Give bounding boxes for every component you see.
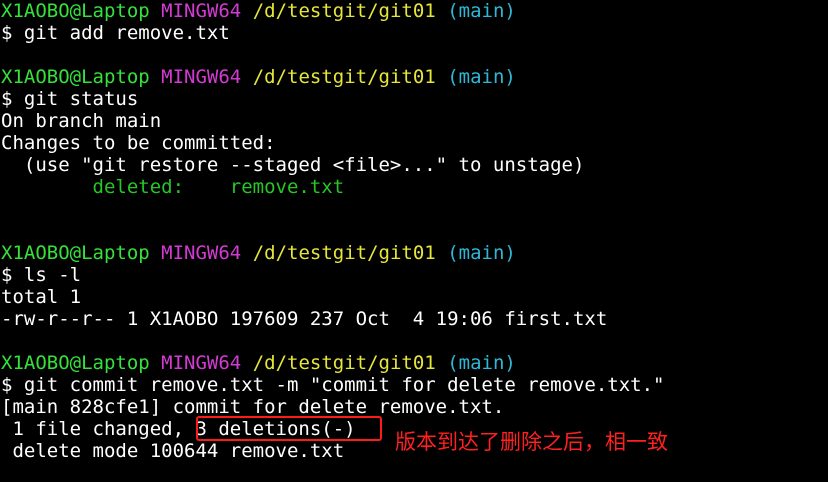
ls-file-entry: -rw-r--r-- 1 X1AOBO 197609 237 Oct 4 19:… bbox=[1, 308, 608, 330]
prompt-branch: (main) bbox=[447, 352, 516, 374]
prompt-path: /d/testgit/git01 bbox=[252, 242, 436, 264]
ls-total-text: total 1 bbox=[1, 286, 82, 308]
prompt-system: MINGW64 bbox=[161, 0, 242, 22]
status-hint-text: (use "git restore --staged <file>..." to… bbox=[1, 154, 585, 176]
prompt-line-1: X1AOBO@Laptop MINGW64 /d/testgit/git01 (… bbox=[1, 0, 516, 22]
prompt-branch: (main) bbox=[447, 242, 516, 264]
command-git-add: $ git add remove.txt bbox=[1, 22, 230, 44]
prompt-user-host: X1AOBO@Laptop bbox=[1, 242, 150, 264]
command-git-status: $ git status bbox=[1, 88, 139, 110]
prompt-user-host: X1AOBO@Laptop bbox=[1, 0, 150, 22]
prompt-branch: (main) bbox=[447, 66, 516, 88]
status-branch-text: On branch main bbox=[1, 110, 162, 132]
status-deleted-file: remove.txt bbox=[229, 176, 345, 198]
command-git-commit: $ git commit remove.txt -m "commit for d… bbox=[1, 374, 665, 396]
highlight-box bbox=[196, 416, 382, 441]
commit-delete-mode-text: delete mode 100644 remove.txt bbox=[1, 440, 345, 462]
annotation-text: 版本到达了删除之后，相一致 bbox=[395, 430, 668, 454]
prompt-path: /d/testgit/git01 bbox=[252, 0, 436, 22]
prompt-system: MINGW64 bbox=[161, 66, 242, 88]
command-ls: $ ls -l bbox=[1, 264, 82, 286]
status-deleted-label: deleted: bbox=[1, 176, 230, 198]
commit-changed-text: 1 file changed, bbox=[1, 418, 196, 440]
prompt-path: /d/testgit/git01 bbox=[252, 352, 436, 374]
status-changes-text: Changes to be committed: bbox=[1, 132, 276, 154]
prompt-path: /d/testgit/git01 bbox=[252, 66, 436, 88]
prompt-system: MINGW64 bbox=[161, 242, 242, 264]
commit-result-text: [main 828cfe1] commit for delete remove.… bbox=[1, 396, 505, 418]
status-deleted-entry: deleted: remove.txt bbox=[1, 176, 345, 198]
prompt-user-host: X1AOBO@Laptop bbox=[1, 352, 150, 374]
prompt-system: MINGW64 bbox=[161, 352, 242, 374]
terminal-window[interactable]: X1AOBO@Laptop MINGW64 /d/testgit/git01 (… bbox=[0, 0, 828, 482]
prompt-line-4: X1AOBO@Laptop MINGW64 /d/testgit/git01 (… bbox=[1, 352, 516, 374]
prompt-branch: (main) bbox=[447, 0, 516, 22]
prompt-user-host: X1AOBO@Laptop bbox=[1, 66, 150, 88]
prompt-line-3: X1AOBO@Laptop MINGW64 /d/testgit/git01 (… bbox=[1, 242, 516, 264]
prompt-line-2: X1AOBO@Laptop MINGW64 /d/testgit/git01 (… bbox=[1, 66, 516, 88]
